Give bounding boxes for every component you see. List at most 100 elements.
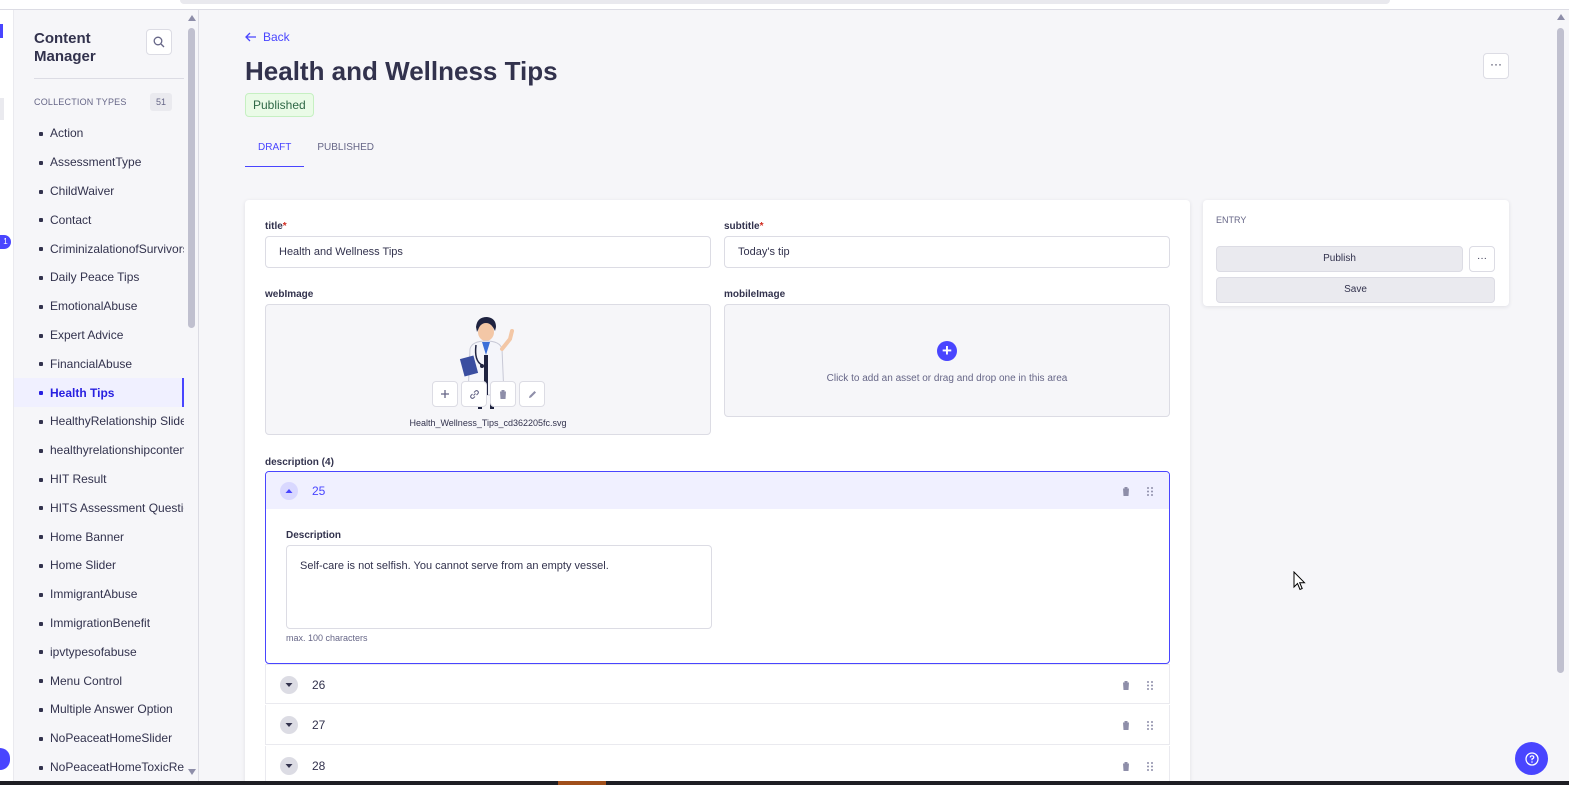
- delete-entry-button[interactable]: [1118, 758, 1134, 774]
- link-icon: [469, 389, 479, 399]
- description-hint: max. 100 characters: [286, 633, 368, 643]
- entry-panel: ENTRY Publish ··· Save: [1203, 200, 1509, 306]
- webimage-filename: Health_Wellness_Tips_cd362205fc.svg: [409, 418, 567, 428]
- sidebar-item[interactable]: FinancialAbuse: [14, 349, 184, 378]
- entry-more-button[interactable]: ···: [1469, 246, 1495, 272]
- tab-list: DRAFT PUBLISHED: [245, 140, 387, 168]
- add-asset-icon[interactable]: +: [937, 341, 957, 361]
- back-link[interactable]: Back: [245, 30, 290, 44]
- sidebar-item[interactable]: Action: [14, 119, 184, 148]
- collection-types-count: 51: [150, 93, 172, 111]
- sidebar-item[interactable]: AssessmentType: [14, 148, 184, 177]
- description-entry[interactable]: 28: [265, 746, 1170, 785]
- trash-icon: [1122, 486, 1130, 496]
- expand-button[interactable]: [280, 716, 298, 734]
- sidebar-search-button[interactable]: [146, 29, 172, 55]
- delete-entry-button[interactable]: [1118, 717, 1134, 733]
- sidebar-item[interactable]: NoPeaceatHomeSlider: [14, 724, 184, 753]
- subtitle-input[interactable]: Today's tip: [724, 236, 1170, 268]
- page-title: Health and Wellness Tips: [245, 56, 558, 86]
- description-entry-id: 26: [312, 678, 326, 692]
- nav-item-highlight[interactable]: [0, 98, 4, 120]
- description-entry-id: 25: [312, 484, 326, 498]
- tab-draft[interactable]: DRAFT: [245, 140, 305, 168]
- sidebar-item[interactable]: ImmigrationBenefit: [14, 609, 184, 638]
- sidebar-item[interactable]: Daily Peace Tips: [14, 263, 184, 292]
- chevron-down-icon: [285, 764, 293, 768]
- content-manager-sidebar: Content Manager COLLECTION TYPES 51 Acti…: [14, 10, 199, 785]
- drag-handle-icon[interactable]: [1142, 483, 1158, 499]
- copy-link-button[interactable]: [461, 381, 487, 407]
- plus-icon: [441, 390, 449, 398]
- drag-handle-icon[interactable]: [1142, 758, 1158, 774]
- sidebar-scrollbar[interactable]: [186, 10, 198, 785]
- sidebar-item-health-tips[interactable]: Health Tips: [14, 378, 184, 407]
- more-actions-button[interactable]: ···: [1483, 53, 1509, 79]
- taskbar-strip: [0, 781, 1569, 785]
- sidebar-item[interactable]: HealthyRelationship Slider: [14, 407, 184, 436]
- image-toolbar: [432, 381, 545, 407]
- search-icon: [153, 36, 165, 48]
- trash-icon: [1122, 761, 1130, 771]
- sidebar-item[interactable]: ImmigrantAbuse: [14, 580, 184, 609]
- collapse-button[interactable]: [280, 482, 298, 500]
- help-button[interactable]: [1515, 742, 1548, 775]
- edit-image-button[interactable]: [519, 381, 545, 407]
- tab-published[interactable]: PUBLISHED: [304, 140, 387, 168]
- expand-button[interactable]: [280, 676, 298, 694]
- sidebar-item[interactable]: EmotionalAbuse: [14, 292, 184, 321]
- sidebar-item[interactable]: Home Banner: [14, 522, 184, 551]
- description-textarea[interactable]: Self-care is not selfish. You cannot ser…: [286, 545, 712, 629]
- add-image-button[interactable]: [432, 381, 458, 407]
- delete-entry-button[interactable]: [1118, 483, 1134, 499]
- chevron-down-icon: [285, 683, 293, 687]
- sidebar-item[interactable]: ChildWaiver: [14, 177, 184, 206]
- pencil-icon: [528, 390, 536, 398]
- expand-button[interactable]: [280, 757, 298, 775]
- status-badge: Published: [245, 93, 314, 117]
- sidebar-item[interactable]: Expert Advice: [14, 321, 184, 350]
- sidebar-item[interactable]: HIT Result: [14, 465, 184, 494]
- delete-image-button[interactable]: [490, 381, 516, 407]
- description-entry[interactable]: 27: [265, 705, 1170, 745]
- description-field-label: Description: [286, 530, 342, 541]
- sidebar-item[interactable]: HITS Assessment Question: [14, 493, 184, 522]
- delete-entry-button[interactable]: [1118, 677, 1134, 693]
- question-icon: [1524, 751, 1539, 766]
- main-nav-rail: 1: [0, 10, 14, 785]
- mobileimage-dropzone[interactable]: + Click to add an asset or drag and drop…: [724, 304, 1170, 417]
- drag-handle-icon[interactable]: [1142, 717, 1158, 733]
- trash-icon: [1122, 680, 1130, 690]
- sidebar-item[interactable]: healthyrelationshipcontent: [14, 436, 184, 465]
- main-scroll-thumb[interactable]: [1557, 28, 1564, 673]
- description-entry-header[interactable]: 25: [266, 472, 1169, 509]
- sidebar-item[interactable]: ipvtypesofabuse: [14, 637, 184, 666]
- collection-types-list: Action AssessmentType ChildWaiver Contac…: [14, 119, 184, 781]
- webimage-label: webImage: [265, 289, 314, 300]
- drag-handle-icon[interactable]: [1142, 677, 1158, 693]
- sidebar-item[interactable]: CriminizalationofSurvivors: [14, 234, 184, 263]
- sidebar-item[interactable]: Home Slider: [14, 551, 184, 580]
- scroll-up-arrow-icon[interactable]: [1557, 14, 1565, 20]
- arrow-left-icon: [245, 32, 256, 42]
- webimage-field[interactable]: Health_Wellness_Tips_cd362205fc.svg: [265, 304, 711, 435]
- sidebar-scroll-thumb[interactable]: [188, 28, 195, 328]
- collection-types-label: COLLECTION TYPES: [34, 97, 127, 107]
- title-input[interactable]: Health and Wellness Tips: [265, 236, 711, 268]
- publish-button[interactable]: Publish: [1216, 246, 1463, 272]
- sidebar-item[interactable]: NoPeaceatHomeToxicRel...: [14, 753, 184, 782]
- notification-badge[interactable]: 1: [0, 235, 11, 249]
- title-label: title*: [265, 221, 287, 232]
- nav-active-marker: [0, 24, 3, 38]
- browser-top-strip: [0, 0, 1569, 10]
- scroll-up-arrow-icon[interactable]: [188, 15, 196, 21]
- nav-profile-button[interactable]: [0, 748, 10, 770]
- sidebar-item[interactable]: Contact: [14, 205, 184, 234]
- sidebar-item[interactable]: Menu Control: [14, 666, 184, 695]
- sidebar-item[interactable]: Multiple Answer Option: [14, 695, 184, 724]
- save-button[interactable]: Save: [1216, 277, 1495, 303]
- trash-icon: [1122, 720, 1130, 730]
- description-entry[interactable]: 26: [265, 664, 1170, 704]
- scroll-down-arrow-icon[interactable]: [188, 769, 196, 775]
- entry-heading: ENTRY: [1216, 215, 1247, 225]
